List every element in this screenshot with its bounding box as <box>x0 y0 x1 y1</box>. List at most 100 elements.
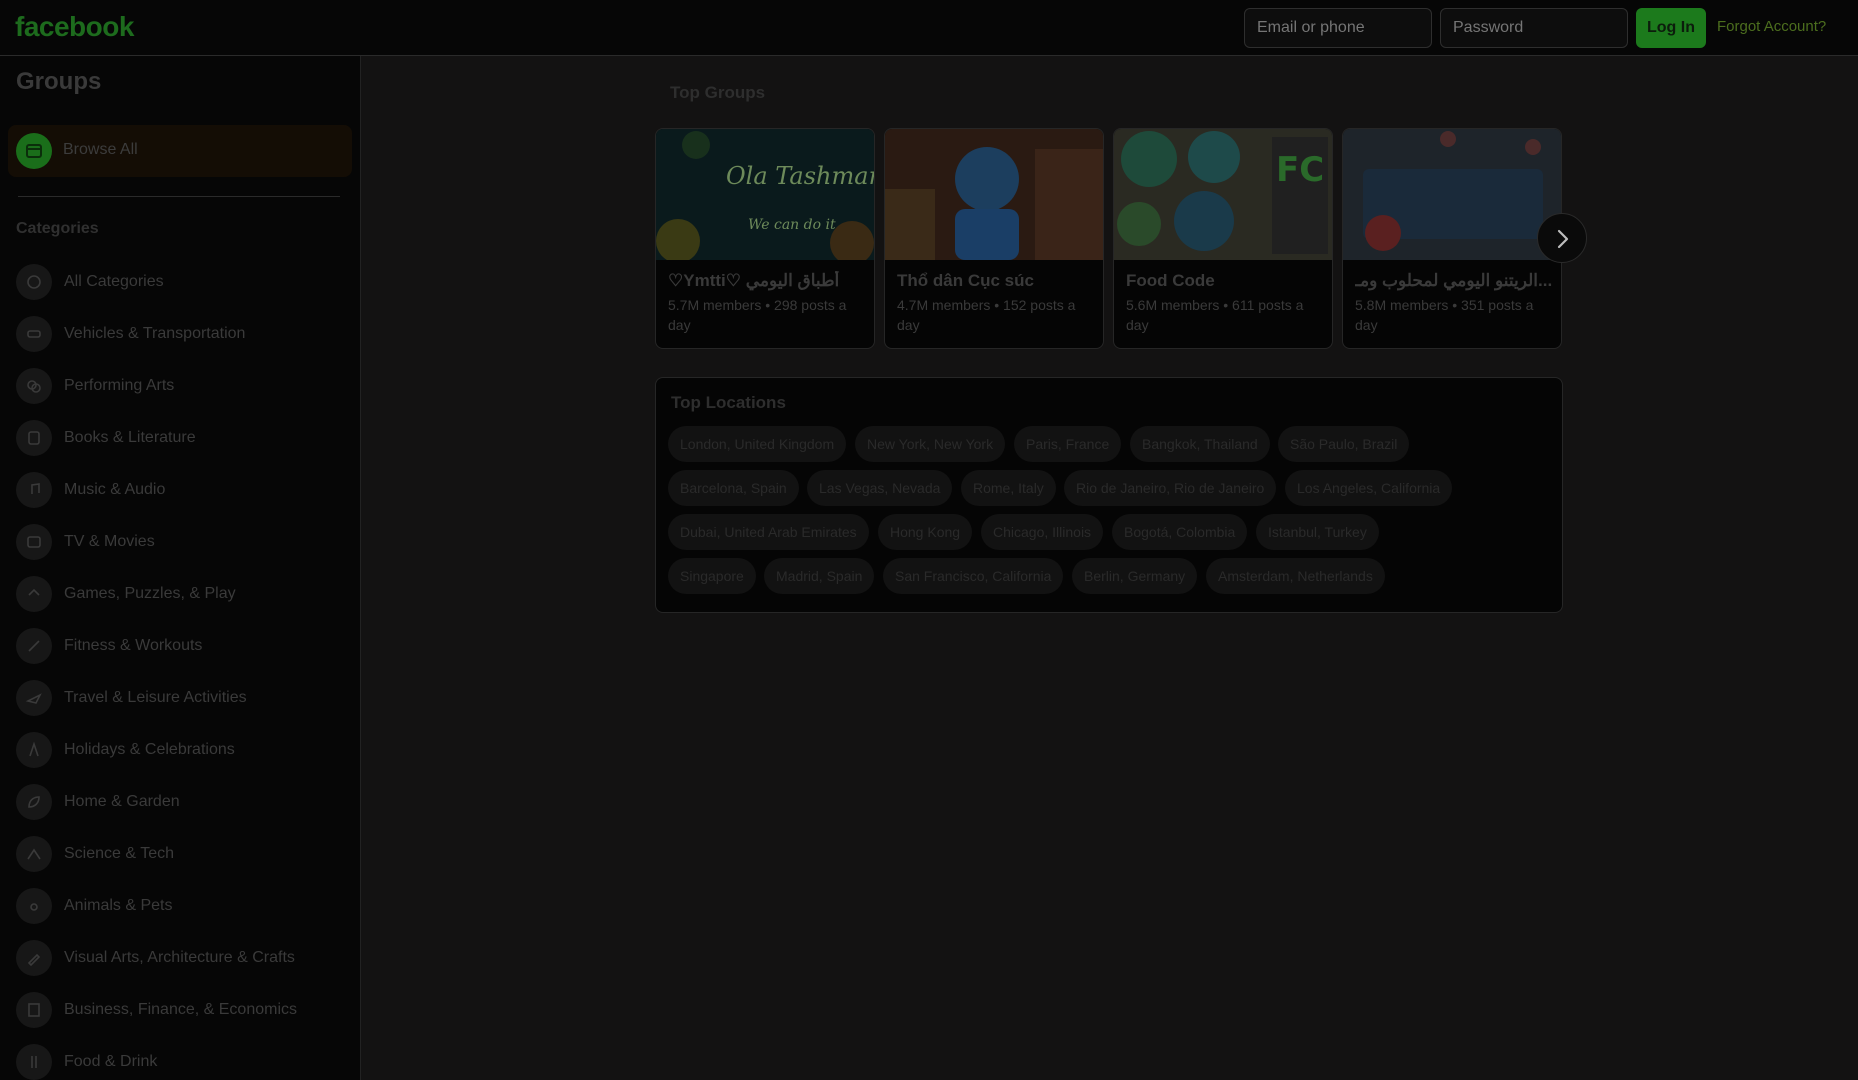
location-chip[interactable]: São Paulo, Brazil <box>1278 426 1410 462</box>
group-meta: 5.8M members • 351 posts a day <box>1355 297 1534 333</box>
location-chip[interactable]: Amsterdam, Netherlands <box>1206 558 1385 594</box>
category-item[interactable]: Music & Audio <box>16 470 352 510</box>
category-item[interactable]: TV & Movies <box>16 522 352 562</box>
theater-masks-icon <box>16 368 52 404</box>
category-item[interactable]: Books & Literature <box>16 418 352 458</box>
category-label: Performing Arts <box>64 377 175 394</box>
location-chip[interactable]: Los Angeles, California <box>1285 470 1453 506</box>
group-card[interactable]: الريتنو اليومي لمحلوب ومـ... 5.8M member… <box>1342 128 1562 349</box>
category-label: TV & Movies <box>64 533 155 550</box>
cover-text: Ola Tashman <box>726 162 875 190</box>
category-label: Fitness & Workouts <box>64 637 203 654</box>
forgot-account-link[interactable]: Forgot Account? <box>1717 18 1826 35</box>
location-chip[interactable]: Las Vegas, Nevada <box>807 470 953 506</box>
category-item[interactable]: Food & Drink <box>16 1042 352 1080</box>
category-label: Animals & Pets <box>64 897 173 914</box>
category-label: Music & Audio <box>64 481 166 498</box>
category-item[interactable]: Animals & Pets <box>16 886 352 926</box>
category-item[interactable]: All Categories <box>16 262 352 302</box>
login-button[interactable]: Log In <box>1636 8 1706 48</box>
category-label: Holidays & Celebrations <box>64 741 235 758</box>
group-cover-image <box>885 129 1103 260</box>
location-chip[interactable]: Hong Kong <box>878 514 973 550</box>
category-label: Food & Drink <box>64 1053 158 1070</box>
dumbbell-icon <box>16 628 52 664</box>
location-chip[interactable]: Rome, Italy <box>961 470 1056 506</box>
fork-knife-icon <box>16 1044 52 1080</box>
group-card[interactable]: Ola Tashman We can do it ♡Ymtti♡ أطباق ا… <box>655 128 875 349</box>
group-cover-image <box>1343 129 1561 260</box>
location-chip[interactable]: Paris, France <box>1014 426 1122 462</box>
group-card[interactable]: Thổ dân Cục súc 4.7M members • 152 posts… <box>884 128 1104 349</box>
game-controller-icon <box>16 576 52 612</box>
category-item[interactable]: Home & Garden <box>16 782 352 822</box>
category-label: Books & Literature <box>64 429 196 446</box>
location-chip[interactable]: Dubai, United Arab Emirates <box>668 514 869 550</box>
carousel-next-button[interactable] <box>1537 213 1587 263</box>
category-label: Travel & Leisure Activities <box>64 689 247 706</box>
book-icon <box>16 420 52 456</box>
car-icon <box>16 316 52 352</box>
categories-heading: Categories <box>16 220 99 237</box>
category-item[interactable]: Fitness & Workouts <box>16 626 352 666</box>
category-label: Vehicles & Transportation <box>64 325 246 342</box>
film-icon <box>16 524 52 560</box>
top-groups-title: Top Groups <box>670 83 766 102</box>
category-label: Visual Arts, Architecture & Crafts <box>64 949 295 966</box>
browse-all-item[interactable]: Browse All <box>8 125 352 177</box>
location-chip[interactable]: Berlin, Germany <box>1072 558 1198 594</box>
location-chip[interactable]: London, United Kingdom <box>668 426 847 462</box>
category-item[interactable]: Vehicles & Transportation <box>16 314 352 354</box>
category-item[interactable]: Travel & Leisure Activities <box>16 678 352 718</box>
category-item[interactable]: Performing Arts <box>16 366 352 406</box>
location-chip[interactable]: Chicago, Illinois <box>981 514 1104 550</box>
group-name: Thổ dân Cục súc <box>897 271 1034 290</box>
group-meta: 5.6M members • 611 posts a day <box>1126 297 1304 333</box>
group-name: الريتنو اليومي لمحلوب ومـ... <box>1355 271 1553 290</box>
browse-all-label: Browse All <box>63 141 138 158</box>
sidebar-divider <box>18 196 340 197</box>
category-label: All Categories <box>64 273 164 290</box>
category-item[interactable]: Holidays & Celebrations <box>16 730 352 770</box>
location-chip[interactable]: Bangkok, Thailand <box>1130 426 1270 462</box>
location-chip[interactable]: San Francisco, California <box>883 558 1064 594</box>
group-card[interactable]: FC Food Code 5.6M members • 611 posts a … <box>1113 128 1333 349</box>
paw-icon <box>16 888 52 924</box>
chevron-right-icon <box>1557 229 1569 249</box>
location-chip[interactable]: Rio de Janeiro, Rio de Janeiro <box>1064 470 1277 506</box>
category-item[interactable]: Visual Arts, Architecture & Crafts <box>16 938 352 978</box>
location-chip[interactable]: Singapore <box>668 558 756 594</box>
browse-all-icon <box>16 133 52 169</box>
category-item[interactable]: Games, Puzzles, & Play <box>16 574 352 614</box>
location-chip[interactable]: New York, New York <box>855 426 1006 462</box>
cover-text: FC <box>1276 150 1324 190</box>
sidebar-title: Groups <box>16 68 102 95</box>
building-icon <box>16 992 52 1028</box>
airplane-icon <box>16 680 52 716</box>
grid-icon <box>16 264 52 300</box>
top-locations-title: Top Locations <box>671 393 786 412</box>
sidebar: Groups Browse All Categories All Categor… <box>0 56 361 1080</box>
category-item[interactable]: Science & Tech <box>16 834 352 874</box>
category-item[interactable]: Business, Finance, & Economics <box>16 990 352 1030</box>
category-label: Science & Tech <box>64 845 174 862</box>
location-chip[interactable]: Bogotá, Colombia <box>1112 514 1248 550</box>
location-chip[interactable]: Istanbul, Turkey <box>1256 514 1379 550</box>
top-bar: facebook Log In Forgot Account? <box>0 0 1858 56</box>
main-content: Top Groups Ola Tashman We can do it ♡Ymt… <box>361 56 1858 1080</box>
party-icon <box>16 732 52 768</box>
group-name: Food Code <box>1126 271 1215 290</box>
password-input[interactable] <box>1440 8 1628 48</box>
flask-icon <box>16 836 52 872</box>
category-label: Home & Garden <box>64 793 180 810</box>
facebook-logo[interactable]: facebook <box>15 11 134 43</box>
group-meta: 4.7M members • 152 posts a day <box>897 297 1076 333</box>
location-chip[interactable]: Barcelona, Spain <box>668 470 799 506</box>
top-locations-panel: Top Locations London, United Kingdom New … <box>655 377 1563 613</box>
location-chip[interactable]: Madrid, Spain <box>764 558 875 594</box>
group-cover-image: Ola Tashman We can do it <box>656 129 875 260</box>
group-meta: 5.7M members • 298 posts a day <box>668 297 847 333</box>
category-label: Games, Puzzles, & Play <box>64 585 236 602</box>
email-input[interactable] <box>1244 8 1432 48</box>
music-note-icon <box>16 472 52 508</box>
